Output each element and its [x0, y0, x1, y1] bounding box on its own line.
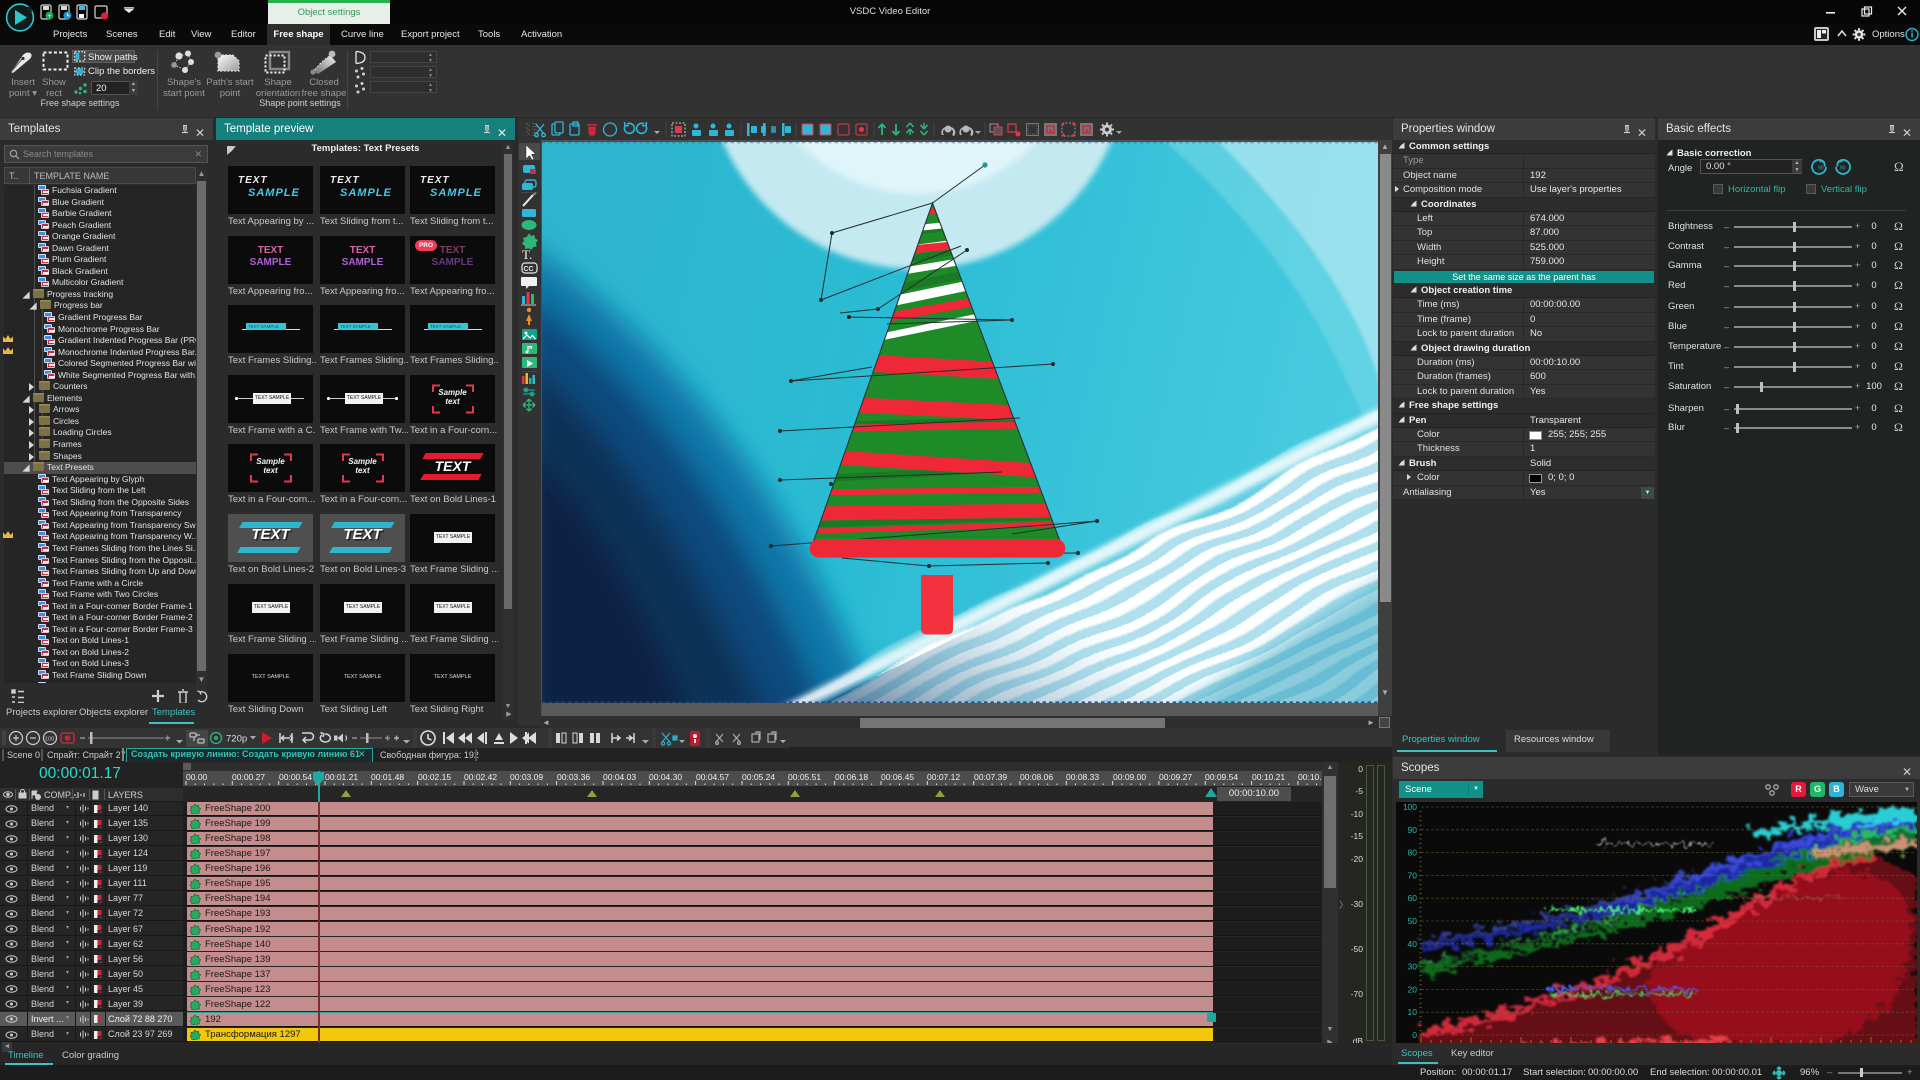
- svg-text:100: 100: [45, 737, 54, 743]
- svg-text:20: 20: [1408, 984, 1418, 994]
- svg-text:+: +: [47, 13, 51, 20]
- svg-text:CC: CC: [524, 266, 534, 273]
- svg-text:90: 90: [1408, 825, 1418, 835]
- svg-text:720p: 720p: [226, 734, 247, 745]
- svg-text:60: 60: [1408, 893, 1418, 903]
- svg-text:T.: T.: [522, 247, 532, 262]
- svg-text:30: 30: [1408, 962, 1418, 972]
- svg-text:40: 40: [1408, 939, 1418, 949]
- svg-text:90: 90: [1840, 166, 1846, 172]
- svg-text:90: 90: [1818, 166, 1824, 172]
- svg-text:0: 0: [1412, 1030, 1417, 1040]
- svg-text:10: 10: [1408, 1007, 1418, 1017]
- svg-text:100: 100: [1403, 802, 1417, 812]
- svg-text:50: 50: [1408, 916, 1418, 926]
- svg-text:80: 80: [1408, 848, 1418, 858]
- svg-text:70: 70: [1408, 870, 1418, 880]
